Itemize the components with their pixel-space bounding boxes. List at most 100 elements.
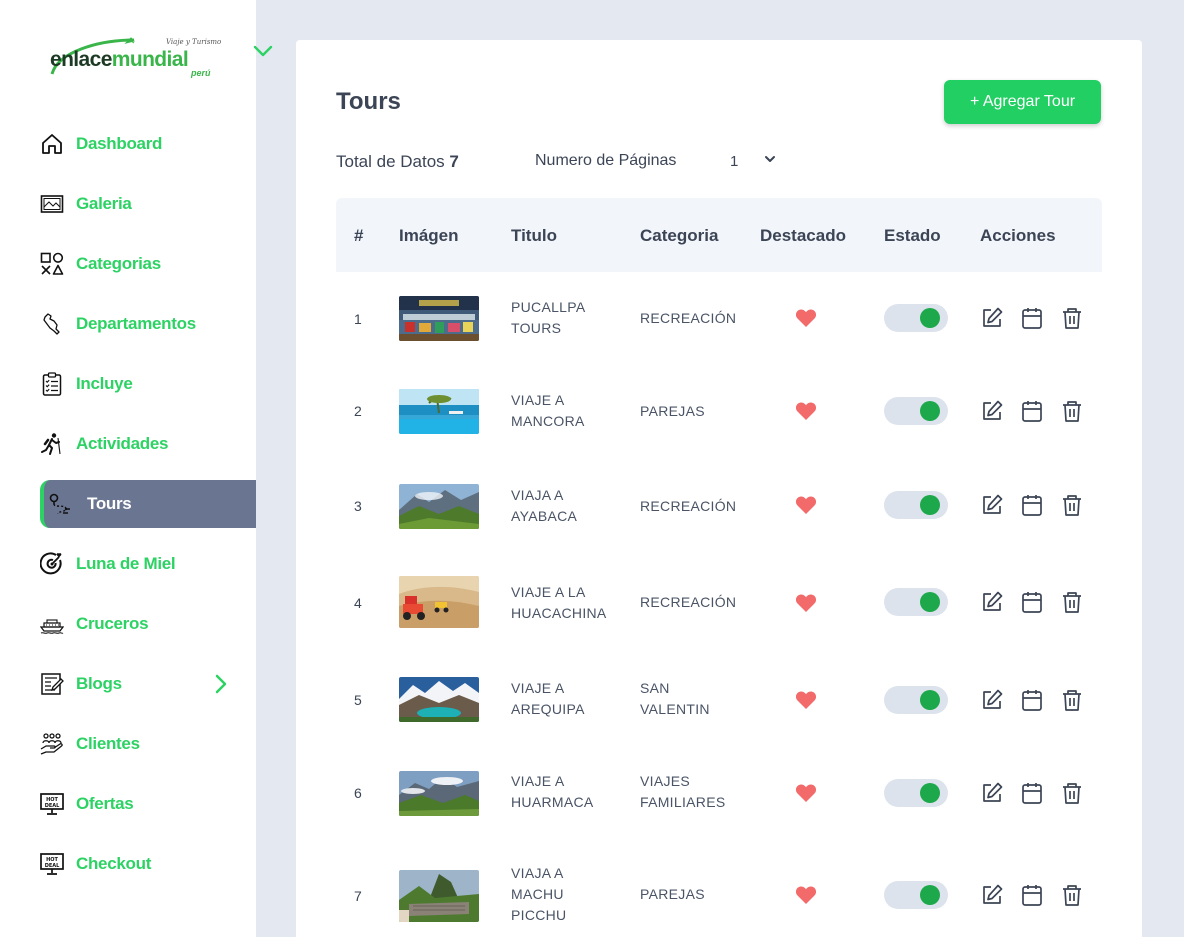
sidebar-item-cruceros[interactable]: Cruceros [40, 600, 256, 648]
sidebar-item-blogs[interactable]: Blogs [40, 660, 256, 708]
river-boats-photo [399, 296, 479, 341]
toggle-knob [920, 401, 940, 421]
map-peru-icon [40, 312, 64, 336]
edit-icon[interactable] [980, 493, 1004, 517]
toggle-knob [920, 495, 940, 515]
status-toggle[interactable] [884, 304, 948, 332]
cloudy-mountain-photo [399, 771, 479, 816]
brand-logo[interactable]: Viaje y Turismo enlacemundial perú [48, 34, 223, 82]
hot-deal-icon: HOT DEAL [40, 792, 64, 816]
trash-icon[interactable] [1060, 688, 1084, 712]
table-row: 1 PUCALLPA TOURS RECREACIÓN [336, 272, 1102, 364]
trash-icon[interactable] [1060, 590, 1084, 614]
sidebar-item-actividades[interactable]: Actividades [40, 420, 256, 468]
sidebar-item-label: Actividades [76, 434, 169, 453]
logo-wordmark: enlacemundial [50, 48, 189, 72]
sidebar-item-galeria[interactable]: Galeria [40, 180, 256, 228]
edit-icon[interactable] [980, 781, 1004, 805]
sidebar-item-tours[interactable]: Tours [40, 480, 256, 528]
edit-icon[interactable] [980, 590, 1004, 614]
sidebar-item-clientes[interactable]: Clientes [40, 720, 256, 768]
row-number: 2 [354, 403, 362, 419]
row-number: 1 [354, 311, 362, 327]
heart-icon[interactable] [795, 690, 817, 710]
chevron-right-icon[interactable] [208, 672, 232, 696]
row-category: PAREJAS [640, 403, 705, 419]
sidebar-item-label: Departamentos [76, 314, 196, 333]
column-header-actions: Acciones [980, 226, 1056, 245]
calendar-icon[interactable] [1020, 883, 1044, 907]
row-category: SAN VALENTIN [640, 680, 710, 717]
status-toggle[interactable] [884, 686, 948, 714]
row-title: VIAJE A LA HUACACHINA [511, 584, 607, 621]
sidebar-item-ofertas[interactable]: HOT DEAL Ofertas [40, 780, 256, 828]
calendar-icon[interactable] [1020, 493, 1044, 517]
sidebar-item-label: Galeria [76, 194, 132, 213]
status-toggle[interactable] [884, 881, 948, 909]
calendar-icon[interactable] [1020, 688, 1044, 712]
trash-icon[interactable] [1060, 493, 1084, 517]
total-records-value: 7 [449, 152, 459, 171]
row-title: VIAJA A AYABACA [511, 487, 578, 524]
trash-icon[interactable] [1060, 306, 1084, 330]
edit-icon[interactable] [980, 399, 1004, 423]
calendar-icon[interactable] [1020, 590, 1044, 614]
logo-tagline: Viaje y Turismo [166, 38, 222, 46]
sidebar-item-incluye[interactable]: Incluye [40, 360, 256, 408]
table-row: 3 VIAJA A AYABACA RECREACIÓN [336, 458, 1102, 554]
status-toggle[interactable] [884, 588, 948, 616]
beach-pool-photo [399, 389, 479, 434]
target-heart-icon [40, 552, 64, 576]
column-header-status: Estado [884, 226, 941, 245]
add-tour-button[interactable]: + Agregar Tour [944, 80, 1101, 124]
sidebar-item-categorias[interactable]: Categorias [40, 240, 256, 288]
heart-icon[interactable] [795, 495, 817, 515]
sidebar-item-departamentos[interactable]: Departamentos [40, 300, 256, 348]
calendar-icon[interactable] [1020, 399, 1044, 423]
sidebar-item-luna-de-miel[interactable]: Luna de Miel [40, 540, 256, 588]
status-toggle[interactable] [884, 779, 948, 807]
edit-icon[interactable] [980, 883, 1004, 907]
sidebar-collapse-chevron-icon[interactable] [252, 42, 274, 62]
heart-icon[interactable] [795, 308, 817, 328]
toggle-knob [920, 308, 940, 328]
calendar-icon[interactable] [1020, 781, 1044, 805]
trash-icon[interactable] [1060, 781, 1084, 805]
trash-icon[interactable] [1060, 399, 1084, 423]
sidebar: Viaje y Turismo enlacemundial perú Dashb… [0, 0, 273, 937]
row-title: PUCALLPA TOURS [511, 299, 586, 336]
row-category: RECREACIÓN [640, 498, 737, 514]
row-category: RECREACIÓN [640, 594, 737, 610]
page-title: Tours [336, 88, 401, 115]
heart-icon[interactable] [795, 401, 817, 421]
toggle-knob [920, 783, 940, 803]
svg-text:DEAL: DEAL [45, 863, 60, 869]
trash-icon[interactable] [1060, 883, 1084, 907]
row-title: VIAJA A MACHU PICCHU [511, 865, 567, 923]
heart-icon[interactable] [795, 885, 817, 905]
calendar-icon[interactable] [1020, 306, 1044, 330]
toggle-knob [920, 885, 940, 905]
column-header-number: # [354, 226, 364, 245]
heart-icon[interactable] [795, 783, 817, 803]
sidebar-item-label: Checkout [76, 854, 152, 873]
row-title: VIAJE A AREQUIPA [511, 680, 585, 717]
row-number: 3 [354, 498, 362, 514]
edit-icon[interactable] [980, 306, 1004, 330]
sidebar-item-checkout[interactable]: HOT DEAL Checkout [40, 840, 256, 888]
total-records: Total de Datos 7 [336, 152, 459, 172]
sidebar-item-dashboard[interactable]: Dashboard [40, 120, 256, 168]
pages-select[interactable]: 1 [720, 148, 780, 174]
column-header-image: Imágen [399, 226, 459, 245]
status-toggle[interactable] [884, 397, 948, 425]
tours-card: Tours + Agregar Tour Total de Datos 7 Nu… [296, 40, 1142, 937]
row-number: 7 [354, 888, 362, 904]
edit-icon[interactable] [980, 688, 1004, 712]
lagoon-peaks-photo [399, 677, 479, 722]
heart-icon[interactable] [795, 593, 817, 613]
status-toggle[interactable] [884, 491, 948, 519]
logo-wordmark-part1: enlace [50, 48, 112, 71]
table-header: # Imágen Titulo Categoria Destacado Esta… [336, 198, 1102, 272]
table-row: 7 VIAJA A MACHU PICCHU PAREJAS [336, 842, 1102, 937]
total-records-label: Total de Datos [336, 152, 445, 171]
